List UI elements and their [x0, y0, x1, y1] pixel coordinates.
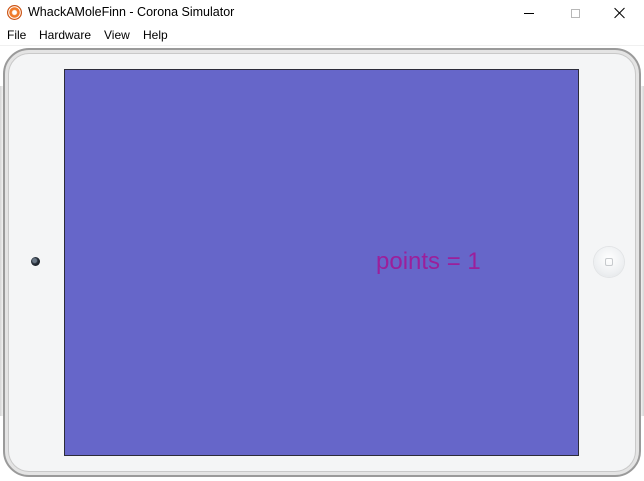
close-icon — [614, 7, 626, 19]
game-screen[interactable]: points = 1 — [64, 69, 579, 456]
minimize-icon — [524, 12, 534, 14]
simulator-window: WhackAMoleFinn - Corona Simulator File H… — [0, 0, 644, 481]
close-button[interactable] — [597, 0, 643, 26]
home-button[interactable] — [594, 247, 624, 277]
menu-file[interactable]: File — [7, 28, 26, 42]
device-area: points = 1 — [0, 46, 644, 481]
home-button-icon — [605, 258, 613, 266]
title-bar[interactable]: WhackAMoleFinn - Corona Simulator — [0, 0, 644, 26]
window-title: WhackAMoleFinn - Corona Simulator — [28, 5, 235, 19]
maximize-icon — [570, 8, 580, 18]
menu-view[interactable]: View — [104, 28, 130, 42]
menu-help[interactable]: Help — [143, 28, 168, 42]
corona-simulator-icon — [7, 5, 22, 20]
maximize-button[interactable] — [552, 0, 598, 26]
menu-bar: File Hardware View Help — [0, 26, 644, 46]
menu-hardware[interactable]: Hardware — [39, 28, 91, 42]
minimize-button[interactable] — [506, 0, 552, 26]
camera-icon — [31, 257, 40, 266]
points-label: points = 1 — [376, 248, 481, 275]
